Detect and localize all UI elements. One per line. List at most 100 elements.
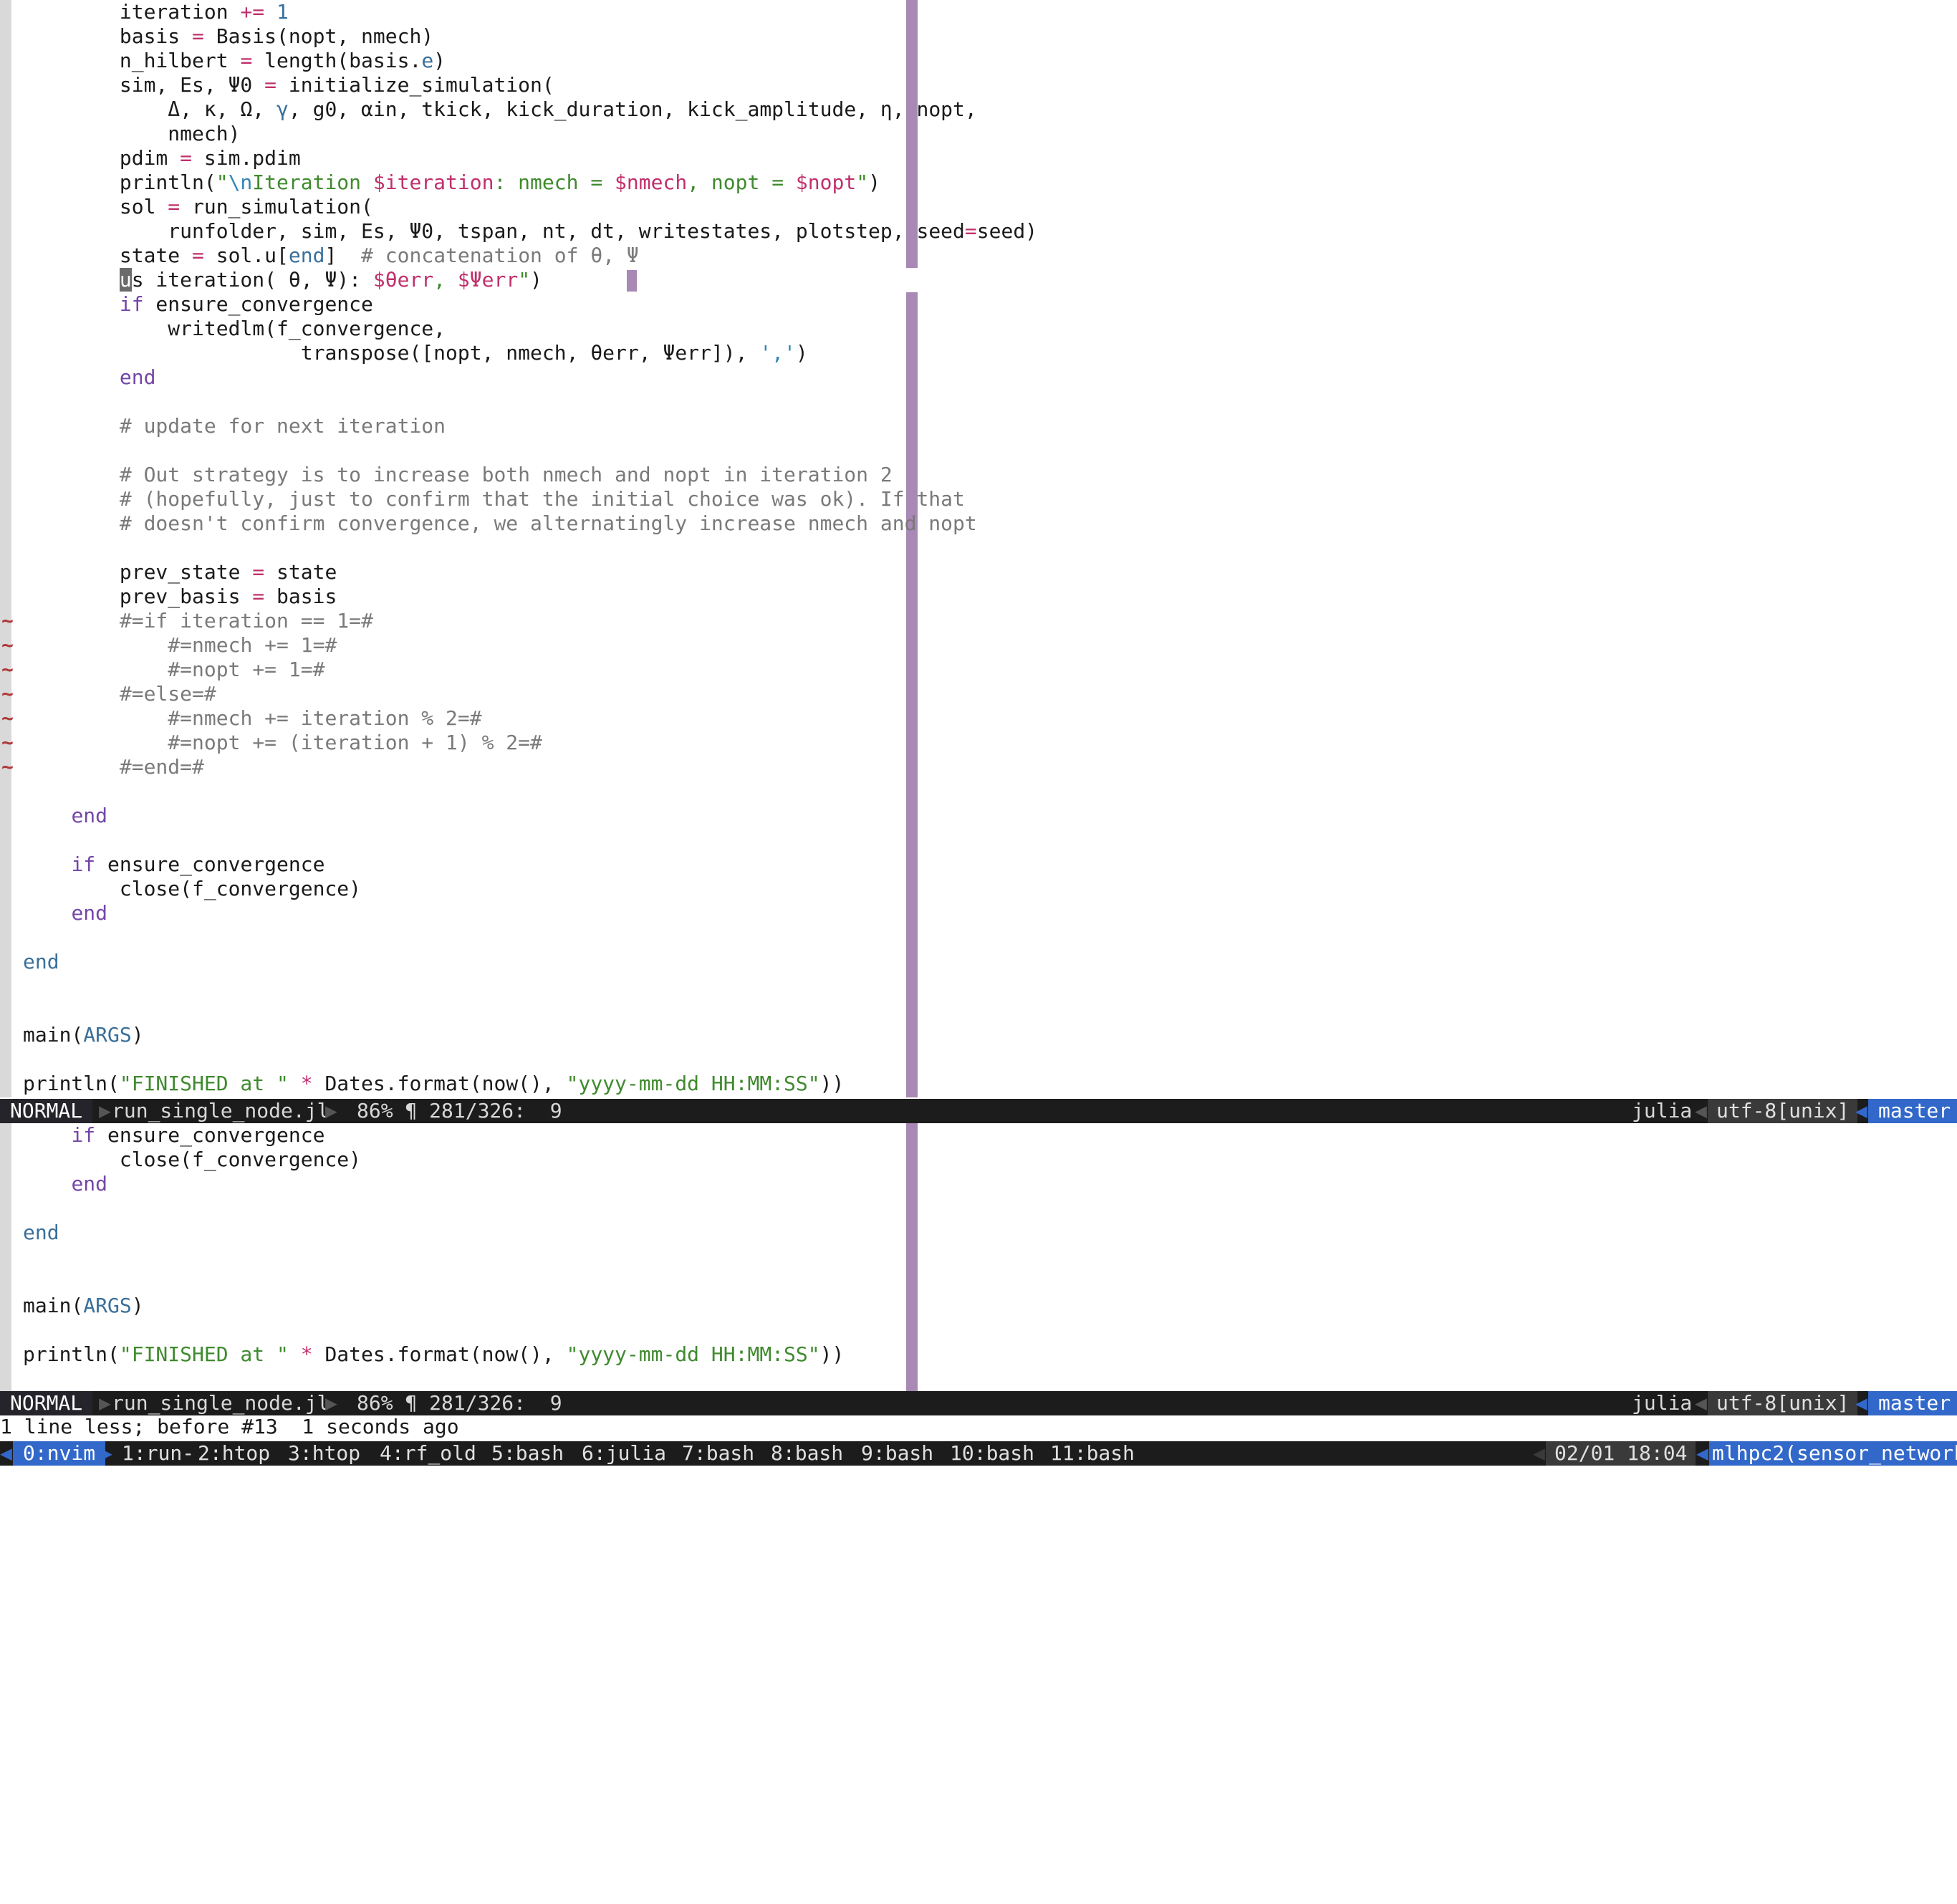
code-line[interactable]: #=nopt += (iteration + 1) % 2=# [23, 731, 542, 755]
tmux-window[interactable]: 9:bash [861, 1441, 933, 1466]
separator-arrow-icon: ◀ [1696, 1441, 1708, 1465]
code-line[interactable]: n_hilbert = length(basis.e) [23, 49, 446, 73]
code-line[interactable]: # update for next iteration [23, 414, 446, 438]
tmux-window[interactable]: 4:rf_old [380, 1441, 476, 1466]
code-line[interactable]: println("FINISHED at " * Dates.format(no… [23, 1342, 844, 1367]
tmux-window[interactable]: 11:bash [1050, 1441, 1135, 1466]
code-line[interactable]: #=if iteration == 1=# [23, 609, 373, 633]
code-line[interactable]: nmech) [23, 122, 240, 146]
code-line[interactable]: println("FINISHED at " * Dates.format(no… [23, 1072, 844, 1096]
tmux-window[interactable]: 3:htop [288, 1441, 360, 1466]
filetype: julia [1632, 1099, 1693, 1122]
code-token: Dates.format(now(), [312, 1342, 567, 1366]
code-line[interactable]: end [23, 365, 156, 390]
code-line[interactable]: basis = Basis(nopt, nmech) [23, 24, 433, 49]
tmux-window[interactable]: 8:bash [771, 1441, 843, 1466]
code-token: ) [530, 268, 627, 292]
code-line[interactable]: pdim = sim.pdim [23, 146, 301, 170]
code-line[interactable]: end [23, 1172, 107, 1196]
code-line[interactable]: if ensure_convergence [23, 292, 373, 317]
code-line[interactable]: if ensure_convergence [23, 1123, 324, 1148]
code-line[interactable]: transpose([nopt, nmech, θerr, Ψerr]), ',… [23, 341, 808, 365]
code-token: #=if iteration == 1=# [119, 609, 373, 633]
code-line[interactable]: close(f_convergence) [23, 877, 361, 901]
code-line[interactable]: println("\nIteration $iteration: nmech =… [23, 170, 880, 195]
tmux-hostname: mlhpc2(sensor_network) [1709, 1441, 1957, 1466]
tmux-window[interactable]: 7:bash [682, 1441, 754, 1466]
code-token: close(f_convergence) [119, 1148, 362, 1171]
tmux-window[interactable]: 6:julia [582, 1441, 666, 1466]
code-line[interactable]: #=end=# [23, 755, 204, 779]
code-line[interactable]: #=nmech += 1=# [23, 633, 337, 658]
git-branch: master [1868, 1099, 1957, 1123]
code-line[interactable]: prev_basis = basis [23, 585, 337, 609]
code-line[interactable]: end [23, 1221, 59, 1245]
code-token: "FINISHED at " [119, 1342, 289, 1366]
code-line[interactable]: # doesn't confirm convergence, we altern… [23, 511, 977, 536]
code-line[interactable]: # (hopefully, just to confirm that the i… [23, 487, 965, 511]
diff-removed-sign: ~ [1, 682, 14, 706]
color-column-bottom [906, 1123, 918, 1391]
code-token: Dates.format(now(), [312, 1072, 567, 1095]
code-line[interactable]: state = sol.u[end] # concatenation of θ,… [23, 244, 639, 268]
code-token: $iteration [372, 170, 494, 194]
separator-arrow-icon: ▶ [325, 1391, 337, 1415]
diff-removed-sign: ~ [1, 706, 14, 730]
code-token: end [71, 901, 108, 925]
editor-pane-top[interactable]: iteration += 1 basis = Basis(nopt, nmech… [0, 0, 1957, 1097]
filetype: julia [1632, 1391, 1693, 1415]
code-token: "yyyy-mm-dd HH:MM:SS" [566, 1072, 820, 1095]
code-line[interactable]: end [23, 950, 59, 974]
code-line[interactable]: Δ, κ, Ω, γ, g0, αin, tkick, kick_duratio… [23, 97, 976, 122]
code-line[interactable]: main(ARGS) [23, 1294, 144, 1318]
code-token: iteration [119, 0, 241, 24]
code-line[interactable]: #=nmech += iteration % 2=# [23, 706, 481, 731]
code-line[interactable]: #=else=# [23, 682, 216, 706]
tmux-window[interactable]: 1:run- [122, 1441, 194, 1466]
code-token: : nmech = [494, 170, 615, 194]
code-line[interactable]: sol = run_simulation( [23, 195, 373, 219]
editor-pane-bottom[interactable]: if ensure_convergence close(f_convergenc… [0, 1123, 1957, 1391]
code-token: println( [23, 1072, 120, 1095]
code-line[interactable]: # Out strategy is to increase both nmech… [23, 463, 893, 487]
code-line[interactable]: if ensure_convergence [23, 852, 324, 877]
code-token: end [71, 1172, 108, 1196]
code-line[interactable]: writedlm(f_convergence, [23, 317, 446, 341]
code-line[interactable]: us iteration( θ, Ψ): $θerr, $Ψerr") [23, 268, 637, 292]
code-line[interactable]: iteration += 1 [23, 0, 289, 24]
code-line[interactable]: end [23, 804, 107, 828]
code-token: = [192, 244, 204, 267]
code-line[interactable]: sim, Es, Ψ0 = initialize_simulation( [23, 73, 554, 97]
color-column-top-b [906, 292, 918, 1097]
cursor-position: 86% ¶ 281/326: 9 [357, 1099, 562, 1122]
code-line[interactable]: main(ARGS) [23, 1023, 144, 1047]
file-name: run_single_node.jl [112, 1391, 330, 1415]
code-token: ) [868, 170, 880, 194]
code-token: nmech) [168, 122, 241, 145]
code-token: = [192, 24, 204, 48]
tmux-window[interactable]: 2:htop [198, 1441, 270, 1466]
code-token: if [71, 852, 96, 876]
code-token: n_hilbert [119, 49, 241, 72]
code-line[interactable]: runfolder, sim, Es, Ψ0, tspan, nt, dt, w… [23, 219, 1037, 244]
code-token: Basis(nopt, nmech) [203, 24, 434, 48]
code-token: 1 [277, 0, 289, 24]
code-token: = [264, 73, 277, 97]
code-line[interactable]: end [23, 901, 107, 925]
cursor-position: 86% ¶ 281/326: 9 [357, 1391, 562, 1415]
tmux-window[interactable]: 10:bash [950, 1441, 1034, 1466]
code-token: ) [795, 341, 808, 365]
tmux-window-active[interactable]: 0:nvim [13, 1441, 106, 1466]
code-token: ARGS [83, 1294, 132, 1317]
code-line[interactable]: #=nopt += 1=# [23, 658, 324, 682]
text-cursor: u [119, 268, 132, 292]
code-line[interactable]: prev_state = state [23, 560, 337, 585]
tmux-window[interactable]: 5:bash [491, 1441, 564, 1466]
tmux-left-arrow-icon: ◀ [0, 1441, 12, 1465]
code-line[interactable]: close(f_convergence) [23, 1148, 361, 1172]
